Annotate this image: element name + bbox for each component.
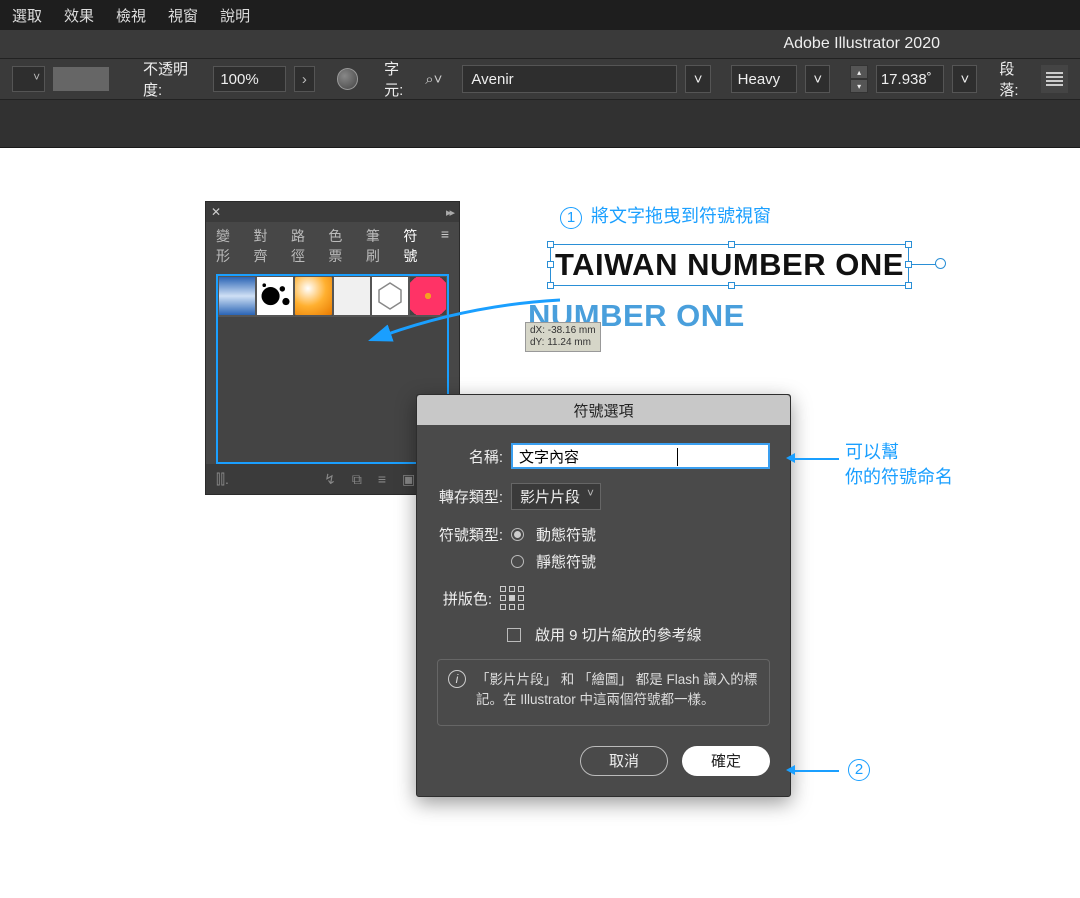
font-size-dropdown[interactable]: ˅	[952, 65, 977, 93]
radio-dynamic[interactable]	[511, 528, 524, 541]
selection-handle[interactable]	[905, 241, 912, 248]
font-family-input[interactable]: Avenir	[462, 65, 677, 93]
symbol-breaklink-icon[interactable]: ⧉	[352, 471, 362, 488]
options-bar: 不透明度: 100% › 字元: ⌕˅ Avenir ˅ Heavy ˅ ▴▾ …	[0, 58, 1080, 100]
name-label: 名稱:	[437, 446, 503, 467]
recolor-icon[interactable]	[337, 68, 358, 90]
menu-effect[interactable]: 效果	[64, 5, 94, 26]
selection-handle[interactable]	[728, 282, 735, 289]
selection-handle[interactable]	[547, 241, 554, 248]
menu-help[interactable]: 說明	[220, 5, 250, 26]
info-box: i 「影片片段」 和 「繪圖」 都是 Flash 讀入的標記。在 Illustr…	[437, 659, 770, 726]
menu-bar: 選取 效果 檢視 視窗 說明	[0, 0, 1080, 30]
slice-checkbox-label: 啟用 9 切片縮放的參考線	[535, 624, 702, 645]
app-title-bar: Adobe Illustrator 2020	[0, 30, 1080, 58]
selection-rotate-line	[912, 264, 937, 265]
symbol-type-label: 符號類型:	[437, 524, 503, 545]
tab-transform[interactable]: 變形	[216, 226, 239, 266]
tab-brushes[interactable]: 筆刷	[366, 226, 389, 266]
symbol-options-dialog: 符號選項 名稱: 文字內容 轉存類型: 影片片段 符號類型: 動態符號 靜態符號…	[416, 394, 791, 797]
annotation-name-hint: 可以幫 你的符號命名	[845, 440, 953, 490]
info-icon: i	[448, 670, 466, 688]
arrow-head-icon	[786, 765, 795, 775]
font-weight-dropdown[interactable]: ˅	[805, 65, 830, 93]
panel-menu-icon[interactable]: ≡	[441, 226, 449, 266]
font-weight-input[interactable]: Heavy	[731, 65, 797, 93]
symbol-place-icon[interactable]: ↯	[324, 471, 336, 488]
annotation-arrow-name	[793, 458, 839, 460]
symbol-thumb-orb[interactable]	[294, 276, 332, 316]
selection-handle[interactable]	[905, 282, 912, 289]
paragraph-align-icon[interactable]	[1041, 65, 1069, 93]
arrow-head-icon	[786, 453, 795, 463]
tab-align[interactable]: 對齊	[253, 226, 276, 266]
export-type-label: 轉存類型:	[437, 486, 503, 507]
symbol-options-icon[interactable]: ≡	[378, 471, 386, 488]
symbol-libraries-icon[interactable]: ⫿⫿.	[216, 471, 229, 488]
font-size-input[interactable]: 17.938˚	[876, 65, 944, 93]
export-type-select[interactable]: 影片片段	[511, 483, 601, 510]
panel-header[interactable]: ✕ ▸▸	[206, 202, 459, 222]
cancel-button[interactable]: 取消	[580, 746, 668, 776]
tab-swatches[interactable]: 色票	[328, 226, 351, 266]
menu-window[interactable]: 視窗	[168, 5, 198, 26]
tab-symbols[interactable]: 符號	[403, 226, 426, 266]
symbol-thumb-blank[interactable]	[333, 276, 371, 316]
opacity-input[interactable]: 100%	[213, 66, 285, 92]
opacity-flyout[interactable]: ›	[294, 66, 315, 92]
dialog-title: 符號選項	[417, 395, 790, 425]
registration-label: 拼版色:	[437, 588, 492, 609]
radio-static[interactable]	[511, 555, 524, 568]
annotation-arrow-ok	[793, 770, 839, 772]
fill-stroke-dropdown[interactable]	[12, 66, 45, 92]
font-search-icon[interactable]: ⌕˅	[425, 68, 454, 90]
radio-static-label: 靜態符號	[536, 551, 596, 572]
registration-grid[interactable]	[500, 586, 524, 610]
selection-rotate-handle[interactable]	[935, 258, 946, 269]
toolbar-secondary	[0, 100, 1080, 148]
step1-number: 1	[560, 207, 582, 229]
radio-dynamic-label: 動態符號	[536, 524, 596, 545]
menu-select[interactable]: 選取	[12, 5, 42, 26]
step2-number: 2	[848, 759, 870, 781]
font-size-stepper[interactable]: ▴▾	[850, 65, 868, 93]
panel-close-icon[interactable]: ✕	[206, 205, 226, 219]
paragraph-label: 段落:	[999, 58, 1032, 100]
drag-arrow-annotation	[370, 290, 570, 360]
app-title: Adobe Illustrator 2020	[783, 35, 940, 53]
selection-handle[interactable]	[547, 282, 554, 289]
selection-handle[interactable]	[728, 241, 735, 248]
panel-collapse-icon[interactable]: ▸▸	[446, 206, 453, 219]
annotation-step2: 2	[848, 758, 874, 781]
selection-handle[interactable]	[547, 261, 554, 268]
opacity-label: 不透明度:	[143, 58, 205, 100]
annotation-step1: 1 將文字拖曳到符號視窗	[560, 202, 771, 229]
artboard-text-selected[interactable]: TAIWAN NUMBER ONE	[550, 244, 909, 286]
tab-pathfinder[interactable]: 路徑	[291, 226, 314, 266]
character-label: 字元:	[384, 58, 417, 100]
symbol-thumb-inkblot[interactable]	[256, 276, 294, 316]
font-family-dropdown[interactable]: ˅	[685, 65, 710, 93]
menu-view[interactable]: 檢視	[116, 5, 146, 26]
ok-button[interactable]: 確定	[682, 746, 770, 776]
symbol-new-icon[interactable]: ▣	[402, 471, 415, 488]
symbol-thumb-gradient[interactable]	[218, 276, 256, 316]
info-text: 「影片片段」 和 「繪圖」 都是 Flash 讀入的標記。在 Illustrat…	[476, 670, 759, 711]
selection-handle[interactable]	[905, 261, 912, 268]
symbol-name-input[interactable]: 文字內容	[511, 443, 770, 469]
slice-checkbox[interactable]	[507, 628, 521, 642]
fill-swatch[interactable]	[53, 67, 109, 91]
